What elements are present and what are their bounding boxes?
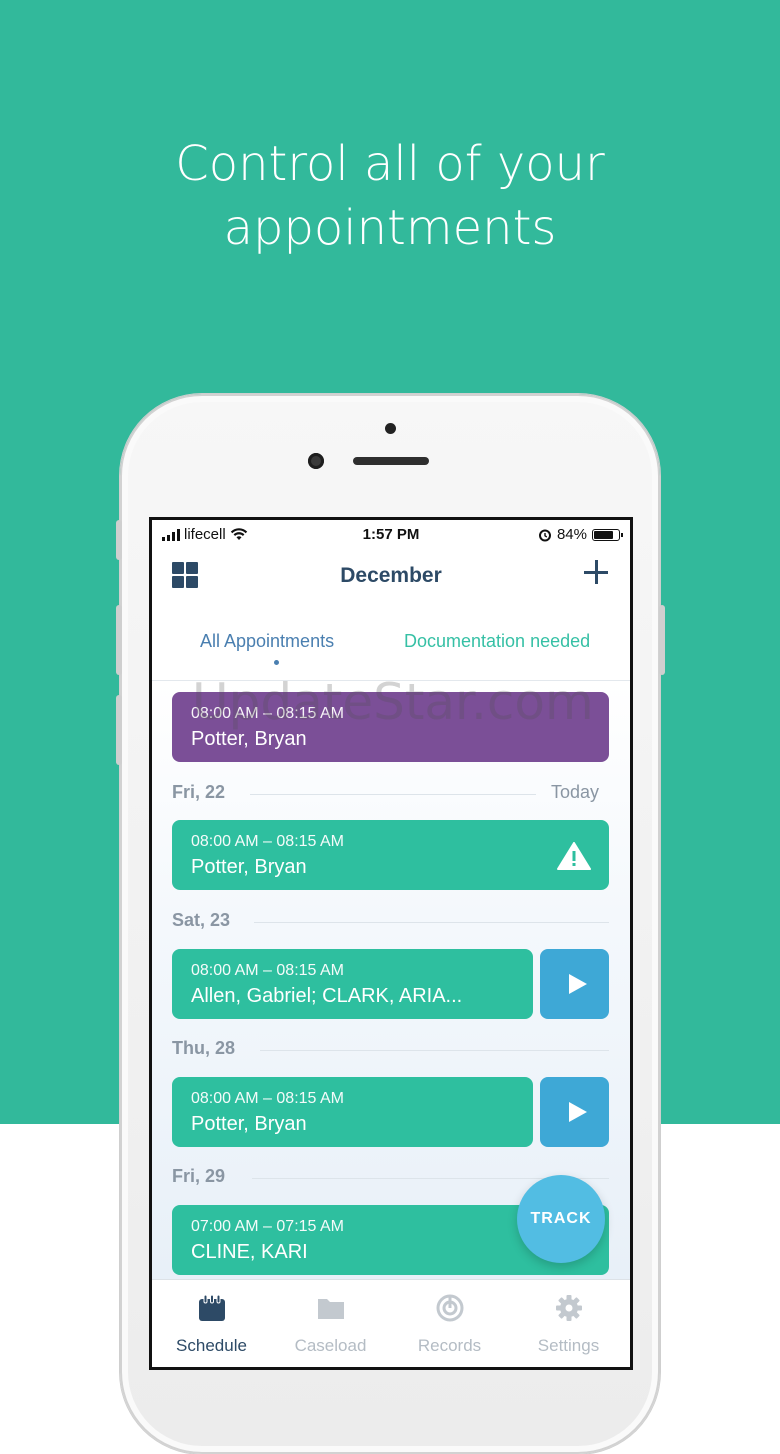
headline: Control all of your appointments [0,132,780,260]
appointment-card[interactable]: 08:00 AM – 08:15 AM Potter, Bryan [172,1077,533,1147]
day-divider [250,794,536,795]
tab-label: Caseload [294,1336,367,1355]
tab-label: Records [417,1336,482,1355]
tab-caseload[interactable]: Caseload [271,1280,390,1367]
tab-schedule[interactable]: Schedule [152,1280,271,1367]
add-appointment-icon[interactable] [584,560,608,584]
calendar-icon [199,1294,225,1321]
appointment-time: 08:00 AM – 08:15 AM [191,833,344,850]
phone-sensor [385,423,396,434]
day-label: Fri, 22 [172,782,226,802]
appointment-card[interactable]: 08:00 AM – 08:15 AM Potter, Bryan [172,692,609,762]
phone-volume-up [116,605,122,675]
app-screen: lifecell 1:57 PM 84% December All Appoin… [149,517,633,1370]
appointment-card[interactable]: 08:00 AM – 08:15 AM Potter, Bryan [172,820,609,890]
day-header: Sat, 23 [172,910,609,934]
folder-icon [318,1299,344,1319]
status-bar: lifecell 1:57 PM 84% [152,520,630,550]
appointment-card[interactable]: 08:00 AM – 08:15 AM Allen, Gabriel; CLAR… [172,949,533,1019]
headline-line-2: appointments [223,200,557,256]
appointment-time: 08:00 AM – 08:15 AM [191,1090,344,1107]
day-label: Fri, 29 [172,1166,226,1186]
appointment-client: Potter, Bryan [191,1113,307,1135]
battery-percent: 84% [556,526,587,543]
headline-line-1: Control all of your [175,136,605,192]
track-button[interactable]: TRACK [517,1175,605,1263]
alarm-icon [538,529,551,541]
day-label: Thu, 28 [172,1038,236,1058]
battery-icon [592,528,623,541]
gear-icon [556,1295,582,1321]
tab-records[interactable]: Records [390,1280,509,1367]
appointment-time: 08:00 AM – 08:15 AM [191,705,344,722]
appointment-client: Allen, Gabriel; CLARK, ARIA... [191,985,463,1007]
phone-power-button [659,605,665,675]
phone-camera [308,453,324,469]
phone-volume-down [116,695,122,765]
start-session-button[interactable] [540,949,609,1019]
segment-tabs: All Appointments Documentation needed [152,620,630,681]
day-divider [260,1050,609,1051]
day-label: Sat, 23 [172,910,231,930]
records-icon [436,1294,464,1322]
appointment-client: Potter, Bryan [191,728,307,750]
appointment-client: Potter, Bryan [191,856,307,878]
appointment-time: 08:00 AM – 08:15 AM [191,962,344,979]
day-divider [254,922,609,923]
bottom-tab-bar: Schedule Caseload Records Settings [152,1279,630,1367]
tab-settings[interactable]: Settings [509,1280,628,1367]
tab-documentation-needed[interactable]: Documentation needed [404,631,590,652]
day-header: Fri, 22 Today [172,782,609,806]
phone-mute-switch [116,520,122,560]
warning-icon [557,842,591,870]
month-title[interactable]: December [152,564,630,588]
day-header: Thu, 28 [172,1038,609,1062]
tab-all-appointments[interactable]: All Appointments [200,631,334,652]
tab-label: Schedule [176,1336,247,1355]
today-label: Today [550,782,599,802]
nav-bar: December [152,550,630,604]
active-tab-indicator [274,660,279,665]
tab-label: Settings [537,1336,600,1355]
start-session-button[interactable] [540,1077,609,1147]
phone-speaker [353,457,429,465]
